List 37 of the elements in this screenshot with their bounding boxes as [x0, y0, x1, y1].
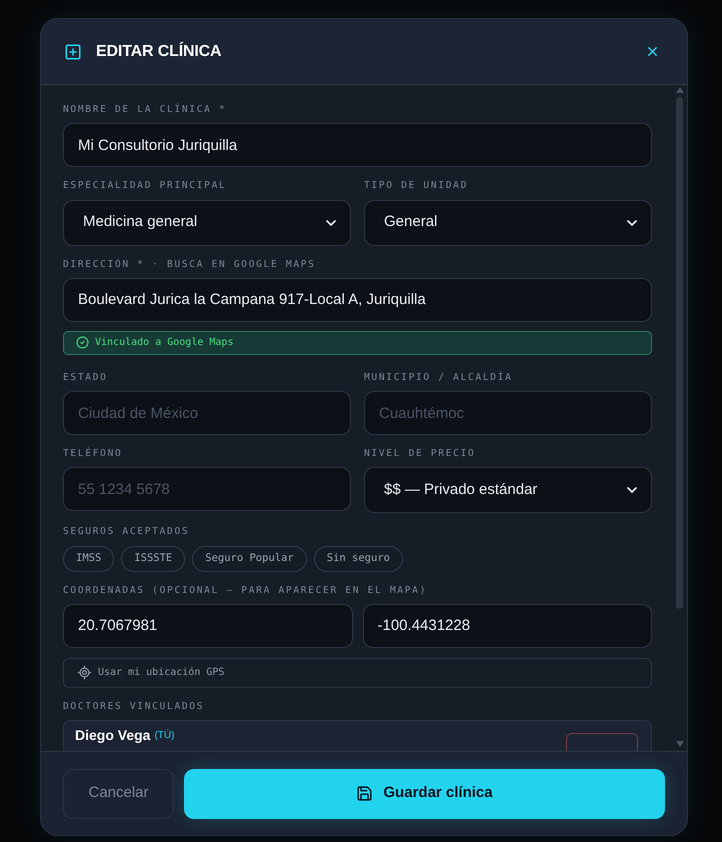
- select-field[interactable]: General: [364, 200, 652, 246]
- field-label: ESPECIALIDAD PRINCIPAL: [63, 179, 228, 194]
- insurance-chip[interactable]: Seguro Popular: [192, 546, 307, 572]
- save-button[interactable]: Guardar clínica: [184, 768, 665, 818]
- field-label: MUNICIPIO / ALCALDÍA: [364, 370, 514, 385]
- select-field[interactable]: Medicina general: [63, 200, 351, 246]
- locate-icon: [77, 665, 92, 680]
- field-label: SEGUROS ACEPTADOS: [63, 525, 190, 540]
- doctor-name: Diego Vega: [75, 726, 150, 745]
- insurance-chip[interactable]: IMSS: [63, 546, 114, 572]
- field-label: TELÉFONO: [63, 447, 124, 461]
- field-label: NIVEL DE PRECIO: [364, 447, 476, 461]
- select-field[interactable]: $$ — Privado estándar: [364, 467, 652, 514]
- dialog-title: EDITAR CLÍNICA: [96, 40, 222, 62]
- gps-button[interactable]: Usar mi ubicación GPS: [63, 658, 652, 688]
- close-button[interactable]: [645, 44, 660, 59]
- doctor-tag: (TÚ): [154, 728, 174, 743]
- input-field[interactable]: 20.7067981: [63, 604, 352, 648]
- insurance-chip[interactable]: Sin seguro: [314, 546, 403, 572]
- input-field[interactable]: 55 1234 5678: [63, 467, 351, 512]
- maps-status-text: Vinculado a Google Maps: [95, 336, 234, 350]
- field-label: TIPO DE UNIDAD: [364, 179, 470, 194]
- plus-square-icon: [64, 42, 82, 60]
- field-label: COORDENADAS (OPCIONAL — PARA APARECER EN EL MAPA): [63, 584, 428, 598]
- check-circle-icon: [76, 336, 89, 350]
- input-field[interactable]: Boulevard Jurica la Campana 917-Local A, Juriquilla: [63, 278, 652, 322]
- input-field[interactable]: Ciudad de México: [63, 391, 351, 435]
- input-field[interactable]: Mi Consultorio Juriquilla: [63, 123, 652, 168]
- input-field[interactable]: Cuauhtémoc: [364, 391, 652, 435]
- field-label: ESTADO: [63, 370, 109, 385]
- input-field[interactable]: -100.4431228: [362, 604, 652, 648]
- insurance-chip[interactable]: ISSSTE: [121, 546, 186, 572]
- cancel-button[interactable]: Cancelar: [63, 768, 174, 818]
- save-icon: [356, 785, 374, 802]
- field-label: DOCTORES VINCULADOS: [63, 700, 206, 714]
- field-label: DIRECCIÓN * · BUSCA EN GOOGLE MAPS: [63, 258, 317, 272]
- field-label: NOMBRE DE LA CLÍNICA *: [63, 103, 228, 117]
